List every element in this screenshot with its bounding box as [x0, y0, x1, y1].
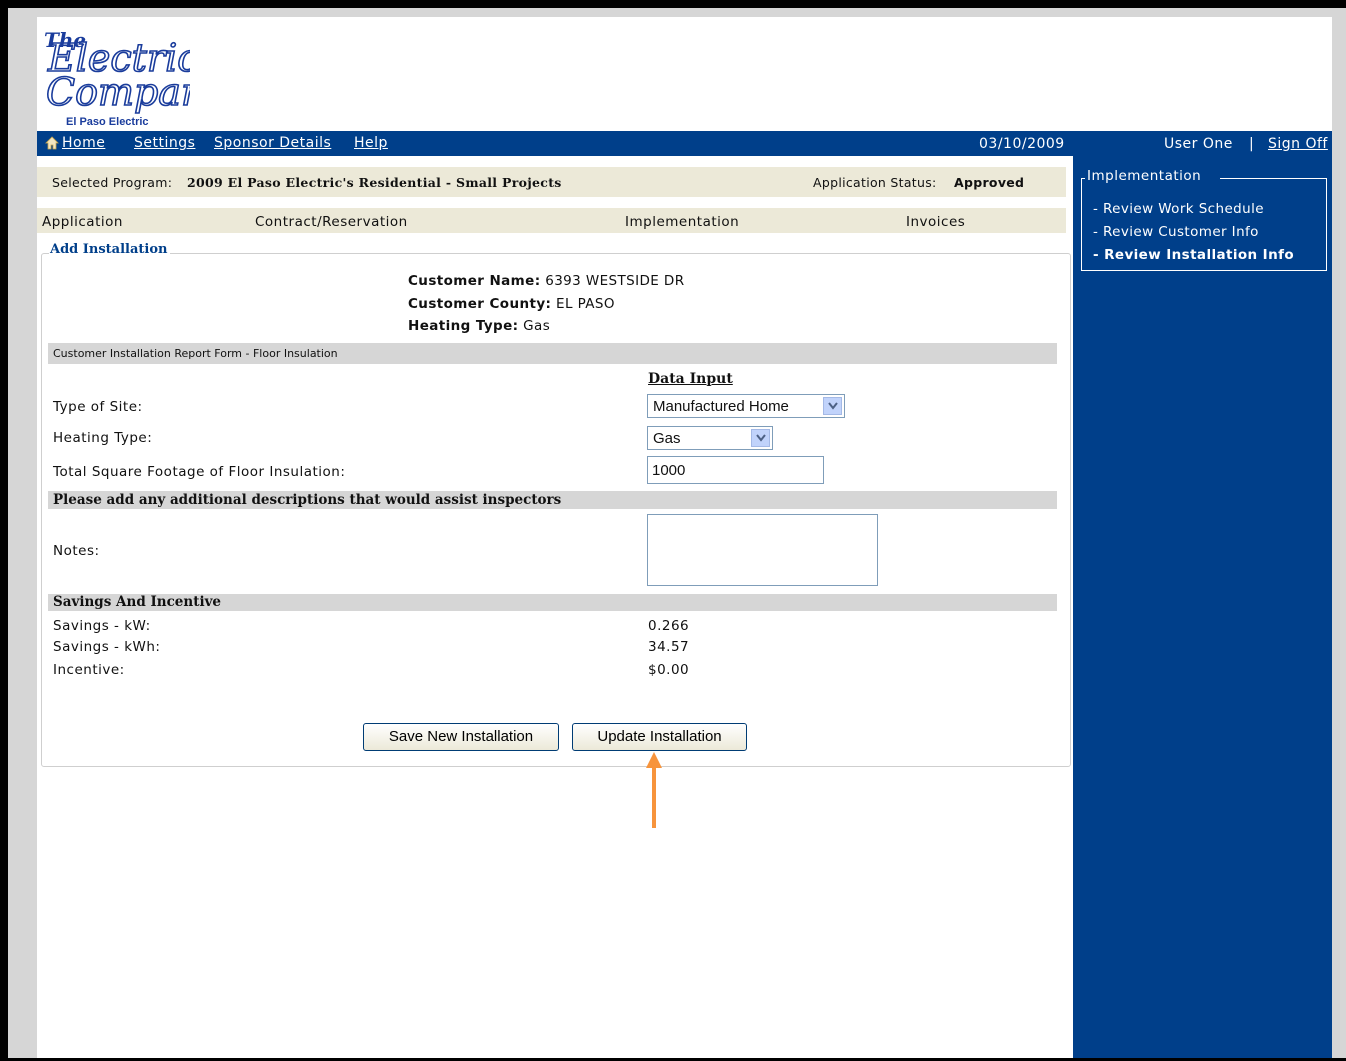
workflow-tabs: Application Contract/Reservation Impleme…: [37, 208, 1066, 233]
implementation-box-border: [1081, 178, 1085, 179]
sidebar-item-review-customer-info[interactable]: - Review Customer Info: [1093, 224, 1259, 240]
savings-kwh-label: Savings - kWh:: [53, 639, 161, 655]
type-of-site-label: Type of Site:: [53, 399, 143, 415]
customer-county-value: EL PASO: [556, 296, 615, 312]
savings-section-title: Savings And Incentive: [53, 594, 222, 610]
tab-contract-reservation[interactable]: Contract/Reservation: [255, 214, 408, 230]
current-date: 03/10/2009: [979, 136, 1065, 152]
tab-application[interactable]: Application: [42, 214, 123, 230]
implementation-box-border: [1220, 178, 1326, 179]
electric-company-logo[interactable]: The Electric Company El Paso Electric: [40, 19, 228, 129]
selected-program-value: 2009 El Paso Electric's Residential - Sm…: [187, 175, 562, 190]
nav-settings-link[interactable]: Settings: [134, 135, 195, 151]
customer-county-line: Customer County: EL PASO: [408, 296, 615, 312]
sidebar-item-review-installation-info[interactable]: - Review Installation Info: [1093, 247, 1294, 263]
fieldset-title: Add Installation: [49, 242, 171, 257]
update-installation-button[interactable]: Update Installation: [572, 723, 747, 751]
heating-type-select[interactable]: Gas: [647, 426, 773, 450]
heating-type-label: Heating Type:: [408, 318, 519, 334]
annotation-arrow-icon: [646, 752, 662, 828]
screenshot-frame-left: [0, 0, 8, 1061]
svg-text:Company: Company: [46, 70, 190, 114]
user-name: User One: [1164, 136, 1233, 152]
report-form-section-title: Customer Installation Report Form - Floo…: [53, 347, 338, 360]
application-status-label: Application Status:: [813, 175, 937, 190]
heating-type-selected: Gas: [653, 430, 681, 447]
selected-program-label: Selected Program:: [52, 175, 173, 190]
notes-label: Notes:: [53, 543, 100, 559]
incentive-value: $0.00: [648, 662, 690, 678]
descriptions-section-header: Please add any additional descriptions t…: [48, 491, 1057, 509]
browser-margin-right: [1332, 8, 1346, 1058]
nav-help-link[interactable]: Help: [354, 135, 388, 151]
browser-margin-left: [8, 8, 37, 1058]
browser-margin-top: [8, 8, 1346, 17]
customer-name-label: Customer Name:: [408, 273, 541, 289]
type-of-site-selected: Manufactured Home: [653, 398, 789, 415]
tab-invoices[interactable]: Invoices: [906, 214, 965, 230]
savings-kw-label: Savings - kW:: [53, 618, 151, 634]
type-of-site-select[interactable]: Manufactured Home: [647, 394, 845, 418]
nav-sponsor-details-link[interactable]: Sponsor Details: [214, 135, 331, 151]
customer-county-label: Customer County:: [408, 296, 552, 312]
right-sidebar: Implementation - Review Work Schedule - …: [1073, 156, 1332, 1058]
sqft-label: Total Square Footage of Floor Insulation…: [53, 464, 346, 480]
add-installation-fieldset: [41, 253, 1071, 767]
notes-textarea[interactable]: [647, 514, 878, 586]
sidebar-item-review-work-schedule[interactable]: - Review Work Schedule: [1093, 201, 1264, 217]
home-icon[interactable]: [45, 136, 59, 150]
tab-implementation[interactable]: Implementation: [625, 214, 739, 230]
heating-type-line: Heating Type: Gas: [408, 318, 550, 334]
selected-program-bar: Selected Program: 2009 El Paso Electric'…: [37, 167, 1066, 197]
sidebar-title: Implementation: [1087, 168, 1202, 184]
savings-kwh-value: 34.57: [648, 639, 690, 655]
chevron-down-icon[interactable]: [751, 429, 770, 447]
save-new-installation-button[interactable]: Save New Installation: [363, 723, 559, 751]
sqft-value: 1000: [652, 462, 686, 479]
page: The Electric Company El Paso Electric Ho…: [37, 17, 1332, 1058]
report-form-section-header: Customer Installation Report Form - Floo…: [48, 343, 1057, 364]
logo-graphic: The Electric Company El Paso Electric: [44, 28, 228, 128]
screenshot-frame-top: [0, 0, 1346, 8]
svg-text:El Paso Electric: El Paso Electric: [66, 116, 149, 128]
savings-section-header: Savings And Incentive: [48, 594, 1057, 611]
savings-kw-value: 0.266: [648, 618, 690, 634]
application-status-value: Approved: [954, 175, 1025, 190]
top-navigation-bar: Home Settings Sponsor Details Help 03/10…: [37, 131, 1332, 156]
data-input-header: Data Input: [648, 371, 733, 387]
chevron-down-icon[interactable]: [823, 397, 842, 415]
heating-type-value: Gas: [523, 318, 551, 334]
customer-name-line: Customer Name: 6393 WESTSIDE DR: [408, 273, 685, 289]
heating-type-field-label: Heating Type:: [53, 430, 153, 446]
sqft-input[interactable]: 1000: [647, 456, 824, 484]
nav-separator: |: [1249, 136, 1254, 152]
incentive-label: Incentive:: [53, 662, 125, 678]
sign-off-link[interactable]: Sign Off: [1268, 136, 1328, 152]
nav-home-link[interactable]: Home: [62, 135, 105, 151]
descriptions-section-title: Please add any additional descriptions t…: [53, 492, 562, 508]
customer-name-value: 6393 WESTSIDE DR: [545, 273, 685, 289]
